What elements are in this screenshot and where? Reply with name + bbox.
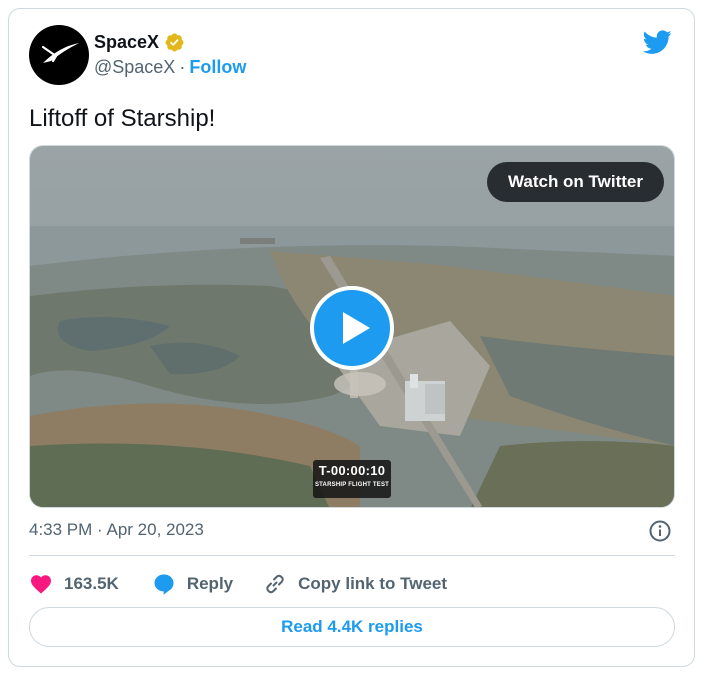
countdown-time: T-00:00:10 [318,463,386,478]
avatar[interactable] [29,25,89,85]
twitter-bird-icon[interactable] [642,27,672,57]
like-button[interactable]: 163.5K [29,572,119,596]
action-bar: 163.5K Reply Copy link to Tweet [29,571,447,597]
countdown-overlay: T-00:00:10 STARSHIP FLIGHT TEST [313,460,391,498]
like-count: 163.5K [64,574,119,593]
reply-bubble-icon [154,574,174,595]
separator: · [179,57,186,77]
spacex-logo-icon [41,43,79,63]
author-handle-row: @SpaceX · Follow [94,57,246,78]
copy-link-button[interactable]: Copy link to Tweet [263,572,447,596]
read-replies-button[interactable]: Read 4.4K replies [29,607,675,647]
reply-label: Reply [186,574,234,593]
tweet-text: Liftoff of Starship! [29,105,216,132]
reply-button[interactable]: Reply [152,572,233,596]
watch-on-twitter-button[interactable]: Watch on Twitter [486,162,664,202]
play-icon[interactable] [310,286,394,370]
heart-icon [31,575,51,594]
info-icon[interactable] [648,519,672,543]
tweet-card: SpaceX @SpaceX · Follow Liftoff of Stars… [8,8,695,667]
author-name-row: SpaceX [94,32,185,53]
link-icon [266,574,284,594]
verified-badge-icon [165,33,184,52]
copy-link-label: Copy link to Tweet [298,574,448,593]
author-display-name[interactable]: SpaceX [94,32,159,53]
follow-button[interactable]: Follow [189,57,246,78]
countdown-caption: STARSHIP FLIGHT TEST [314,482,390,488]
tweet-timestamp[interactable]: 4:33 PM · Apr 20, 2023 [29,520,204,540]
author-handle[interactable]: @SpaceX [94,57,175,78]
divider [29,555,675,556]
video-media[interactable]: Watch on Twitter T-00:00:10 STARSHIP FLI… [29,145,675,508]
